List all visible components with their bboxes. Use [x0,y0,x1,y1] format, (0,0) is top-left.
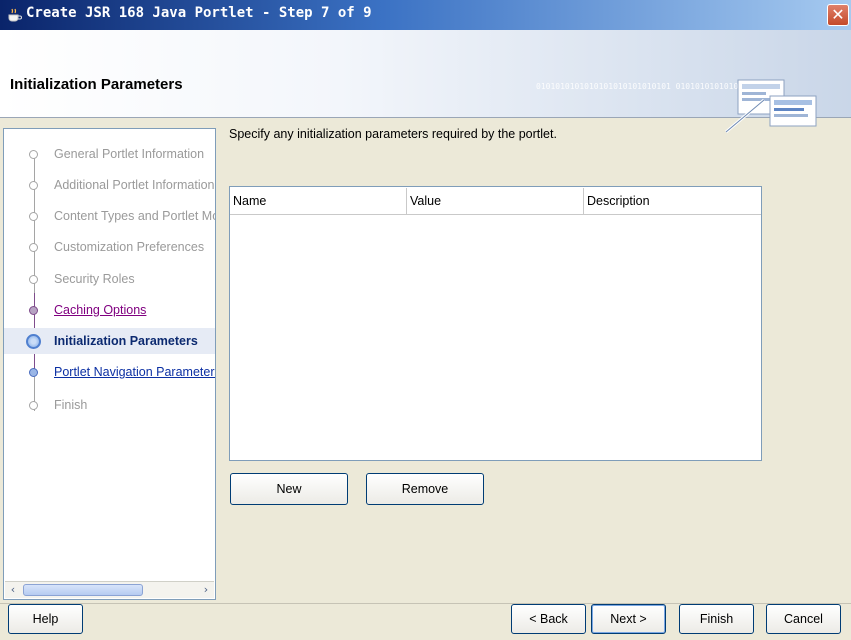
wizard-steps-list: General Portlet Information Additional P… [4,129,215,577]
scrollbar-thumb[interactable] [23,584,143,596]
column-header-description[interactable]: Description [584,188,761,215]
table-header: Name Value Description [230,188,761,215]
instructions-text: Specify any initialization parameters re… [229,127,557,141]
header-decoration-text: 0101010101010101010101010101 01010101010… [536,82,739,91]
step-label: Finish [54,398,88,412]
step-label[interactable]: Portlet Navigation Parameters [54,359,215,385]
wizard-steps-panel: General Portlet Information Additional P… [3,128,216,600]
step-finish: Finish [4,392,215,418]
close-icon: ✕ [831,5,845,24]
scroll-right-icon[interactable]: › [198,582,214,598]
step-marker-icon [29,275,38,284]
step-marker-icon [29,368,38,377]
step-label: General Portlet Information [54,147,205,161]
column-header-value[interactable]: Value [407,188,584,215]
header-banner: Initialization Parameters 01010101010101… [0,30,851,134]
step-security-roles: Security Roles [4,266,215,292]
step-label: Content Types and Portlet Modes [54,209,215,223]
finish-button[interactable]: Finish [679,604,754,634]
new-button[interactable]: New [230,473,348,505]
step-customization-preferences: Customization Preferences [4,234,215,260]
step-label: Security Roles [54,272,135,286]
back-button[interactable]: < Back [511,604,586,634]
step-marker-icon [29,212,38,221]
step-marker-icon [29,150,38,159]
step-marker-icon [29,181,38,190]
cancel-button[interactable]: Cancel [766,604,841,634]
step-label: Customization Preferences [54,240,205,254]
step-marker-icon [29,243,38,252]
next-button[interactable]: Next > [591,604,666,634]
step-label[interactable]: Caching Options [54,297,146,323]
step-general-portlet-information: General Portlet Information [4,141,215,167]
remove-button[interactable]: Remove [366,473,484,505]
close-button[interactable]: ✕ [827,4,849,26]
step-label: Initialization Parameters [54,334,198,348]
help-button[interactable]: Help [8,604,83,634]
scroll-left-icon[interactable]: ‹ [5,582,21,598]
current-step-marker-icon [26,334,41,349]
step-marker-icon [29,306,38,315]
wizard-dialog: Create JSR 168 Java Portlet - Step 7 of … [0,0,851,640]
page-title: Initialization Parameters [10,76,183,93]
java-cup-icon [8,8,22,22]
title-bar: Create JSR 168 Java Portlet - Step 7 of … [0,0,851,30]
step-label: Additional Portlet Information [54,178,215,192]
step-initialization-parameters[interactable]: Initialization Parameters [4,328,215,354]
step-additional-portlet-information: Additional Portlet Information [4,172,215,198]
column-header-name[interactable]: Name [230,188,407,215]
step-marker-icon [29,401,38,410]
window-title: Create JSR 168 Java Portlet - Step 7 of … [26,5,372,21]
wizard-banner-graphic [725,79,817,134]
horizontal-scrollbar[interactable]: ‹ › [5,581,214,598]
step-caching-options[interactable]: Caching Options [4,297,215,323]
step-portlet-navigation-parameters[interactable]: Portlet Navigation Parameters [4,359,215,385]
parameters-table[interactable]: Name Value Description [229,186,762,461]
step-content-types: Content Types and Portlet Modes [4,203,215,229]
